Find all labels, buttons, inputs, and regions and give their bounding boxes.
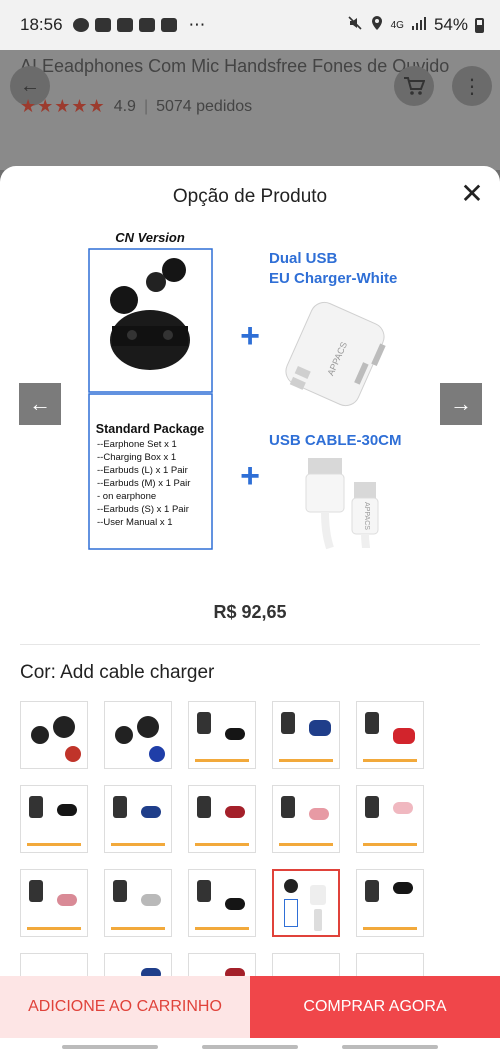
cart-icon (394, 66, 434, 106)
plus-icon: + (240, 457, 260, 495)
charger-title-line1: Dual USB (269, 250, 338, 267)
battery-icon (475, 17, 484, 33)
variant-thumbnail[interactable] (188, 869, 256, 937)
status-bar: 18:56 ⋯ 4G 54% (0, 0, 500, 50)
previous-image-button[interactable]: ← (19, 383, 61, 425)
voicemail-notification-icon (94, 18, 111, 32)
charger-title-line2: EU Charger-White (269, 270, 397, 287)
weather-notification-icon (116, 18, 133, 32)
chat-notification-icon (72, 18, 89, 32)
chart-notification-icon (138, 18, 155, 32)
product-price: R$ 92,65 (213, 602, 287, 622)
rating-row: ★★★★★ 4.9 | 5074 pedidos (20, 96, 253, 116)
rating-stars-icon: ★★★★★ (20, 96, 106, 116)
nav-bar-segment (202, 1045, 298, 1049)
more-notifications-icon: ⋯ (188, 15, 208, 34)
divider (20, 644, 480, 645)
product-options-sheet: Opção de Produto ✕ ← → CN Version Standa… (0, 166, 500, 1056)
variant-thumbnail[interactable] (104, 785, 172, 853)
sheet-title: Opção de Produto (172, 186, 328, 207)
product-title: AI Eeadphones Com Mic Handsfree Fones de… (20, 56, 450, 76)
variant-thumbnail[interactable] (20, 869, 88, 937)
earbud-left-icon (110, 286, 138, 314)
mute-icon (347, 15, 363, 36)
package-item-1: --Earphone Set x 1 (97, 439, 177, 450)
package-item-6: --Earbuds (S) x 1 Pair (97, 504, 189, 515)
next-image-button[interactable]: → (440, 383, 482, 425)
battery-percent: 54% (433, 15, 468, 34)
buy-now-button[interactable]: COMPRAR AGORA (250, 976, 500, 1038)
variant-thumbnail[interactable] (188, 785, 256, 853)
cable-brand-label: APPACS (363, 502, 370, 530)
location-icon (370, 15, 384, 36)
package-item-7: --User Manual x 1 (97, 517, 173, 528)
usb-cable-icon: APPACS (305, 458, 379, 550)
plus-icon: + (240, 317, 260, 355)
more-options-icon: ⋮ (452, 66, 492, 106)
earbud-right-icon (162, 258, 186, 282)
variant-thumbnail[interactable] (272, 785, 340, 853)
variant-thumbnail[interactable] (20, 785, 88, 853)
rating-value: 4.9 (113, 97, 136, 115)
orders-count: 5074 pedidos (156, 97, 253, 115)
variant-thumbnail[interactable] (20, 701, 88, 769)
nav-bar-segment (342, 1045, 438, 1049)
cable-title: USB CABLE-30CM (269, 432, 402, 449)
package-item-3: --Earbuds (L) x 1 Pair (97, 465, 188, 476)
variant-thumbnail-selected[interactable] (272, 869, 340, 937)
cn-version-label: CN Version (115, 230, 185, 245)
package-item-5: - on earphone (97, 491, 156, 502)
status-time: 18:56 (20, 15, 63, 34)
background-product-page: AI Eeadphones Com Mic Handsfree Fones de… (0, 50, 500, 170)
signal-icon (411, 15, 427, 35)
color-option-label: Cor: Add cable charger (20, 662, 215, 683)
app-notification-icon (160, 18, 177, 32)
add-to-cart-button[interactable]: ADICIONE AO CARRINHO (0, 976, 250, 1038)
variant-thumbnail[interactable] (356, 785, 424, 853)
variant-thumbnail[interactable] (104, 869, 172, 937)
package-item-4: --Earbuds (M) x 1 Pair (97, 478, 190, 489)
variant-thumbnail[interactable] (272, 701, 340, 769)
nav-bar-segment (62, 1045, 158, 1049)
product-main-image: CN Version Standard Package --Earphone S… (88, 230, 402, 550)
variant-thumbnail[interactable] (104, 701, 172, 769)
close-button[interactable]: ✕ (458, 180, 486, 208)
variant-thumbnail[interactable] (356, 701, 424, 769)
action-bar: ADICIONE AO CARRINHO COMPRAR AGORA (0, 976, 500, 1038)
network-type: 4G (390, 19, 404, 31)
package-item-2: --Charging Box x 1 (97, 452, 176, 463)
usb-charger-icon: APPACS (285, 301, 386, 407)
variant-thumbnail[interactable] (188, 701, 256, 769)
package-title: Standard Package (96, 422, 204, 436)
variant-thumbnail[interactable] (356, 869, 424, 937)
